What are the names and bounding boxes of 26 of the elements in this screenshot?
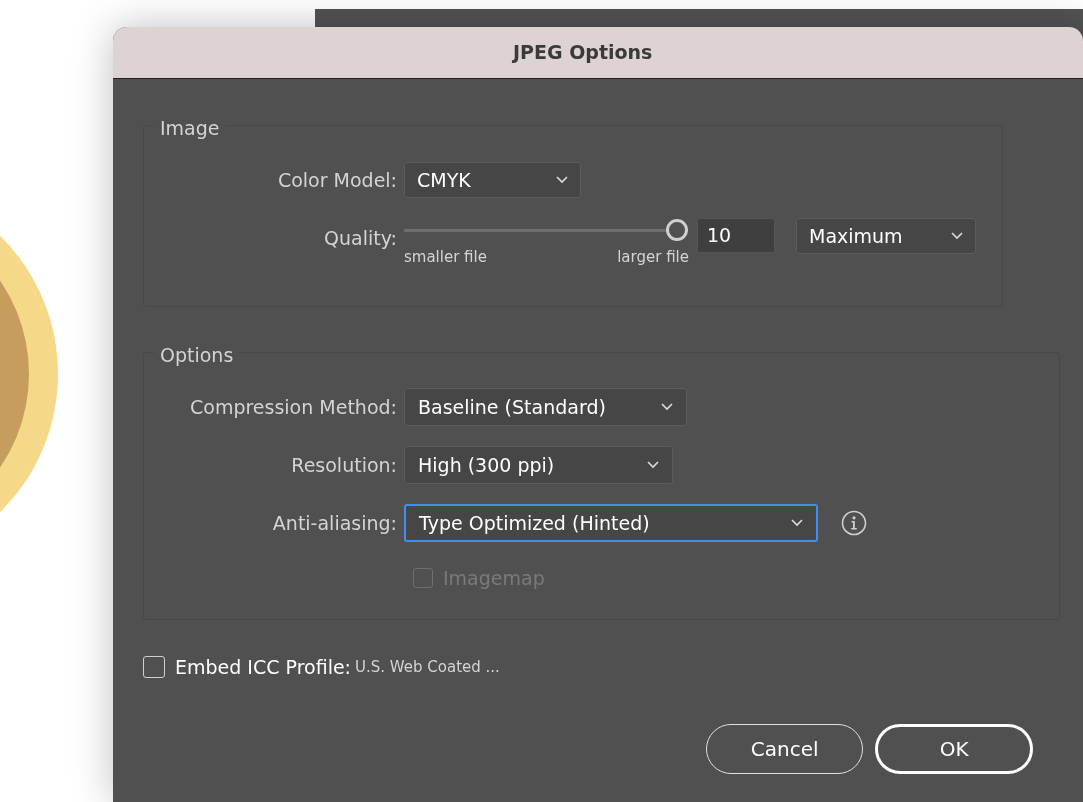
field-label: Compression Method: — [189, 394, 398, 420]
window-title: JPEG Options — [513, 40, 653, 66]
slider-min-label: smaller file — [404, 247, 487, 268]
quality-preset-dropdown[interactable]: Maximum — [796, 218, 976, 254]
field-label: Quality: — [323, 226, 398, 251]
quality-slider[interactable] — [404, 218, 688, 242]
dialog-button[interactable]: Cancel — [706, 723, 864, 774]
dropdown[interactable]: Baseline (Standard) — [404, 388, 687, 426]
chevron-down-icon — [661, 403, 673, 411]
chevron-down-icon — [951, 232, 963, 240]
profile-name: U.S. Web Coated ... — [355, 657, 500, 678]
slider-max-label: larger file — [617, 247, 689, 268]
field-label: Resolution: — [290, 452, 398, 478]
chevron-down-icon — [556, 176, 568, 184]
dialog-button[interactable]: OK — [875, 723, 1033, 774]
chevron-down-icon — [791, 519, 803, 527]
dropdown[interactable]: Type Optimized (Hinted) — [404, 504, 818, 542]
checkbox-label: Embed ICC Profile: — [175, 655, 352, 680]
info-icon[interactable] — [841, 510, 867, 536]
chevron-down-icon — [647, 461, 659, 469]
color-model-dropdown[interactable]: CMYK — [404, 162, 581, 198]
quality-input-field[interactable]: 10 — [697, 218, 775, 253]
field-label: Anti-aliasing: — [271, 510, 398, 536]
dropdown[interactable]: High (300 ppi) — [404, 446, 673, 484]
field-label: Color Model: — [276, 167, 398, 193]
slider-thumb[interactable] — [666, 219, 688, 241]
